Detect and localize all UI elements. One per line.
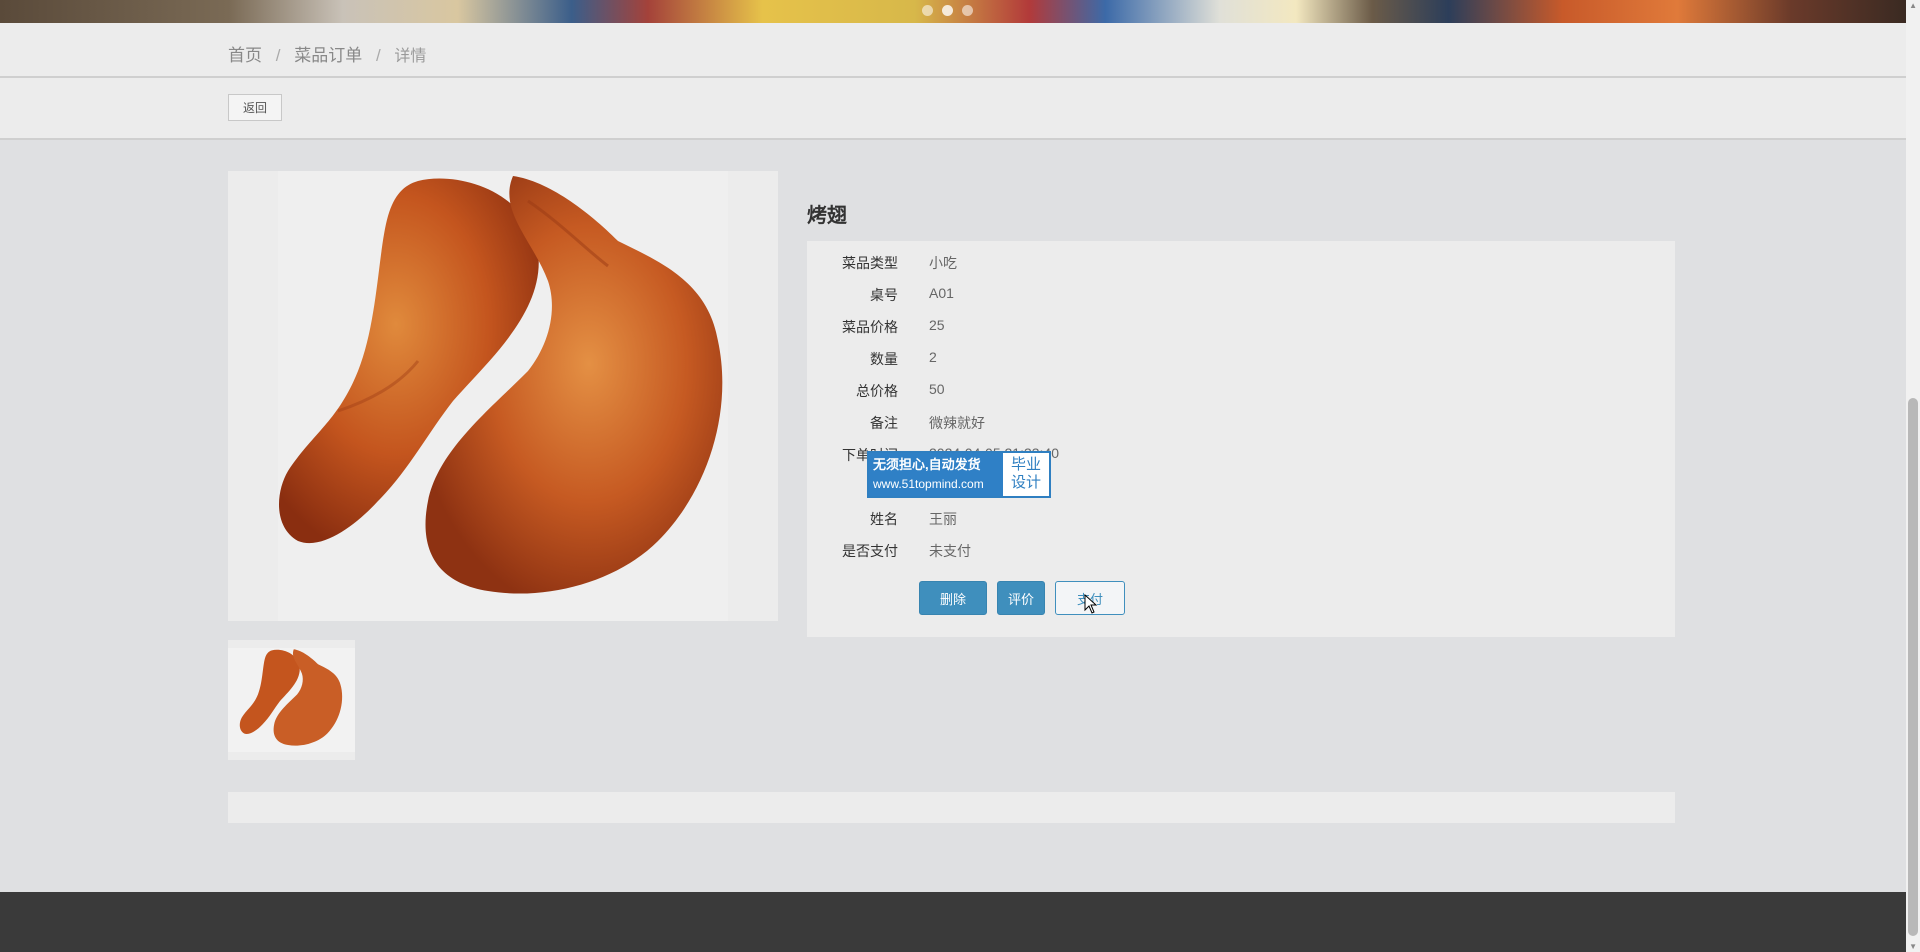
- field-value: 微辣就好: [929, 415, 985, 431]
- scrollbar-thumb[interactable]: [1908, 398, 1918, 936]
- breadcrumb-home[interactable]: 首页: [228, 41, 262, 66]
- breadcrumb-orders[interactable]: 菜品订单: [294, 41, 362, 66]
- carousel-dot[interactable]: [942, 5, 953, 16]
- field-value: 25: [929, 317, 945, 333]
- order-detail-panel: 菜品类型 小吃 桌号 A01 菜品价格 25 数量 2 总价格 50 备注 微辣…: [807, 241, 1675, 637]
- detail-row: 桌号 A01: [807, 285, 1675, 305]
- breadcrumb-current: 详情: [394, 48, 427, 65]
- detail-row: 是否支付 未支付: [807, 541, 1675, 561]
- detail-row: 姓名 王丽: [807, 509, 1675, 529]
- field-label: 是否支付: [842, 543, 898, 559]
- field-value: 小吃: [929, 255, 957, 271]
- dish-thumbnail[interactable]: [228, 640, 355, 760]
- detail-row: 菜品价格 25: [807, 317, 1675, 337]
- watermark-badge-text: 设计: [1010, 474, 1041, 491]
- watermark-text: 无须担心,自动发货: [873, 457, 981, 472]
- scroll-up-icon[interactable]: ▲: [1909, 1, 1917, 10]
- carousel-dot[interactable]: [922, 5, 933, 16]
- detail-row: 总价格 50: [807, 381, 1675, 401]
- watermark-url: www.51topmind.com: [873, 477, 984, 491]
- delete-button[interactable]: 删除: [919, 581, 987, 615]
- field-label: 总价格: [856, 383, 898, 399]
- toolbar: 返回: [0, 78, 1906, 140]
- field-value: 未支付: [929, 543, 971, 559]
- field-label: 数量: [870, 351, 898, 367]
- back-button[interactable]: 返回: [228, 94, 282, 121]
- field-value: 2: [929, 349, 937, 365]
- watermark-badge-text: 毕业: [1010, 456, 1041, 473]
- mouse-cursor-icon: [1084, 593, 1098, 619]
- watermark-badge: 无须担心,自动发货 www.51topmind.com 毕业 设计: [867, 451, 1051, 498]
- dish-main-image: [228, 171, 778, 621]
- detail-row: 数量 2: [807, 349, 1675, 369]
- breadcrumb-separator: /: [375, 46, 381, 65]
- review-button[interactable]: 评价: [997, 581, 1045, 615]
- field-value: A01: [929, 285, 954, 301]
- field-value: 50: [929, 381, 945, 397]
- top-banner-image: [0, 0, 1906, 23]
- field-value: 王丽: [929, 511, 957, 527]
- dish-title: 烤翅: [807, 205, 847, 227]
- breadcrumb-bar: 首页 / 菜品订单 / 详情: [0, 23, 1906, 78]
- breadcrumb: 首页 / 菜品订单 / 详情: [228, 41, 426, 66]
- field-label: 菜品类型: [842, 255, 898, 271]
- detail-row: 备注 微辣就好: [807, 413, 1675, 433]
- scroll-down-icon[interactable]: ▼: [1909, 942, 1917, 951]
- carousel-dot[interactable]: [962, 5, 973, 16]
- page-footer: [0, 892, 1906, 952]
- breadcrumb-separator: /: [275, 46, 281, 65]
- field-label: 菜品价格: [842, 319, 898, 335]
- field-label: 桌号: [870, 287, 898, 303]
- detail-row: 菜品类型 小吃: [807, 253, 1675, 273]
- comments-strip: [228, 792, 1675, 823]
- field-label: 姓名: [870, 511, 898, 527]
- vertical-scrollbar[interactable]: ▲ ▼: [1906, 0, 1920, 952]
- field-label: 备注: [870, 415, 898, 431]
